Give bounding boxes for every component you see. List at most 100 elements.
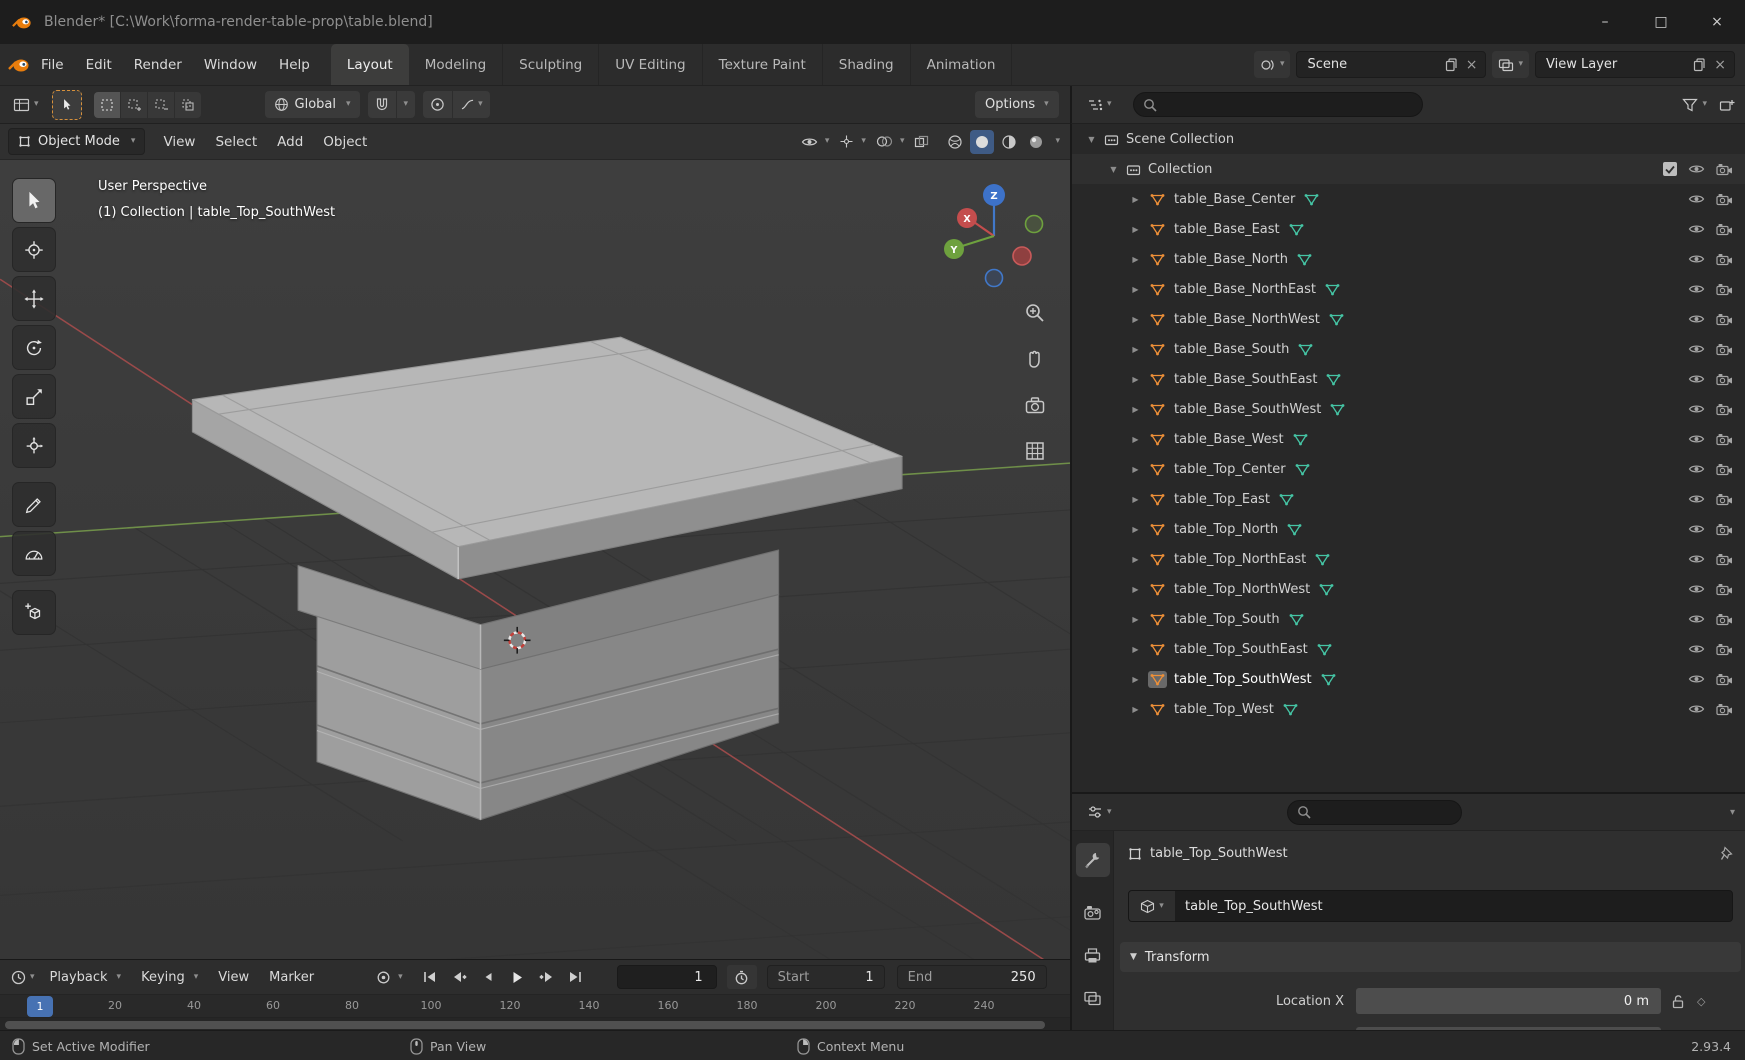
object-name-label[interactable]: table_Top_NorthWest bbox=[1174, 582, 1310, 597]
disable-in-renders-icon[interactable] bbox=[1716, 313, 1733, 326]
collection-exclude-checkbox[interactable] bbox=[1663, 162, 1677, 176]
proportional-edit-toggle[interactable] bbox=[423, 91, 452, 118]
outliner-object-row[interactable]: ▶ table_Top_South bbox=[1072, 604, 1745, 634]
transform-section-header[interactable]: ▼ Transform bbox=[1120, 942, 1741, 972]
breadcrumb-object-name[interactable]: table_Top_SouthWest bbox=[1150, 846, 1288, 861]
shading-wireframe-button[interactable] bbox=[943, 130, 967, 154]
object-name-label[interactable]: table_Top_SouthWest bbox=[1174, 672, 1312, 687]
editor-type-button[interactable]: ▾ bbox=[8, 91, 44, 119]
frame-end-input[interactable]: End 250 bbox=[897, 965, 1047, 989]
hide-in-viewport-icon[interactable] bbox=[1688, 493, 1705, 505]
shading-solid-button[interactable] bbox=[970, 130, 994, 154]
timeline-editor-type-button[interactable]: ▾ bbox=[6, 963, 40, 991]
outliner-object-row[interactable]: ▶ table_Base_North bbox=[1072, 244, 1745, 274]
current-frame-playhead[interactable]: 1 bbox=[27, 996, 53, 1017]
hide-in-viewport-icon[interactable] bbox=[1688, 463, 1705, 475]
workspace-tab-animation[interactable]: Animation bbox=[911, 44, 1013, 85]
hide-in-viewport-icon[interactable] bbox=[1688, 613, 1705, 625]
outliner-object-row[interactable]: ▶ table_Top_North bbox=[1072, 514, 1745, 544]
workspace-tab-shading[interactable]: Shading bbox=[823, 44, 911, 85]
outliner-object-row[interactable]: ▶ table_Top_Center bbox=[1072, 454, 1745, 484]
outliner-object-row[interactable]: ▶ table_Base_NorthEast bbox=[1072, 274, 1745, 304]
proportional-falloff-dropdown[interactable]: ▾ bbox=[453, 91, 490, 118]
outliner-object-row[interactable]: ▶ table_Base_SouthEast bbox=[1072, 364, 1745, 394]
hide-in-viewport-icon[interactable] bbox=[1688, 523, 1705, 535]
hide-in-viewport-icon[interactable] bbox=[1688, 343, 1705, 355]
gizmos-dropdown[interactable]: ▾ bbox=[839, 134, 866, 149]
properties-search-field[interactable] bbox=[1287, 800, 1462, 825]
menu-help[interactable]: Help bbox=[268, 57, 321, 73]
expand-arrow-icon[interactable]: ▶ bbox=[1130, 585, 1141, 594]
select-mode-intersect-button[interactable] bbox=[175, 92, 201, 118]
outliner-object-row[interactable]: ▶ table_Base_NorthWest bbox=[1072, 304, 1745, 334]
object-name-label[interactable]: table_Base_South bbox=[1174, 342, 1289, 357]
disable-in-renders-icon[interactable] bbox=[1716, 403, 1733, 416]
browse-view-layer-button[interactable]: ▾ bbox=[1492, 51, 1529, 78]
outliner-object-row[interactable]: ▶ table_Top_East bbox=[1072, 484, 1745, 514]
menu-file[interactable]: File bbox=[30, 57, 75, 73]
shading-material-button[interactable] bbox=[997, 130, 1021, 154]
disable-in-renders-icon[interactable] bbox=[1716, 343, 1733, 356]
disable-in-renders-icon[interactable] bbox=[1716, 193, 1733, 206]
jump-to-start-button[interactable] bbox=[417, 965, 444, 989]
render-properties-tab[interactable] bbox=[1076, 895, 1110, 929]
expand-arrow-icon[interactable]: ▶ bbox=[1130, 315, 1141, 324]
animate-property-icon[interactable]: ◇ bbox=[1697, 995, 1705, 1008]
expand-arrow-icon[interactable]: ▶ bbox=[1130, 345, 1141, 354]
hide-in-viewport-icon[interactable] bbox=[1688, 253, 1705, 265]
outliner-object-row[interactable]: ▶ table_Base_Center bbox=[1072, 184, 1745, 214]
axis-neg-x-ball[interactable] bbox=[1013, 247, 1031, 265]
hide-in-viewport-icon[interactable] bbox=[1688, 673, 1705, 685]
snap-settings-dropdown[interactable]: ▾ bbox=[397, 91, 416, 118]
active-tool-icon[interactable] bbox=[52, 90, 82, 120]
hide-in-viewport-icon[interactable] bbox=[1688, 163, 1705, 175]
menu-window[interactable]: Window bbox=[193, 57, 268, 73]
menu-edit[interactable]: Edit bbox=[75, 57, 123, 73]
close-button[interactable]: × bbox=[1689, 0, 1745, 44]
properties-editor-type-button[interactable]: ▾ bbox=[1082, 798, 1117, 826]
object-name-label[interactable]: table_Top_NorthEast bbox=[1174, 552, 1306, 567]
select-box-tool-button[interactable] bbox=[12, 178, 56, 223]
object-name-label[interactable]: table_Top_SouthEast bbox=[1174, 642, 1308, 657]
cursor-tool-button[interactable] bbox=[12, 227, 56, 272]
new-scene-icon[interactable] bbox=[1445, 58, 1458, 72]
outliner-object-row[interactable]: ▶ table_Base_SouthWest bbox=[1072, 394, 1745, 424]
workspace-tab-modeling[interactable]: Modeling bbox=[409, 44, 503, 85]
viewport-3d[interactable]: User Perspective (1) Collection | table_… bbox=[0, 160, 1070, 959]
outliner-display-mode-button[interactable]: ▾ bbox=[1082, 91, 1117, 119]
object-visibility-dropdown[interactable]: ▾ bbox=[801, 136, 830, 148]
object-name-label[interactable]: table_Base_SouthEast bbox=[1174, 372, 1317, 387]
outliner-search-field[interactable] bbox=[1133, 92, 1423, 117]
outliner-object-row[interactable]: ▶ table_Base_South bbox=[1072, 334, 1745, 364]
object-name-label[interactable]: table_Base_West bbox=[1174, 432, 1284, 447]
xray-toggle[interactable] bbox=[914, 135, 929, 148]
outliner-object-row[interactable]: ▶ table_Top_West bbox=[1072, 694, 1745, 724]
object-name-label[interactable]: table_Base_NorthWest bbox=[1174, 312, 1320, 327]
lock-icon[interactable] bbox=[1671, 994, 1685, 1009]
expand-arrow-icon[interactable]: ▶ bbox=[1130, 255, 1141, 264]
keying-menu[interactable]: Keying▾ bbox=[131, 970, 208, 985]
hide-in-viewport-icon[interactable] bbox=[1688, 373, 1705, 385]
hide-in-viewport-icon[interactable] bbox=[1688, 193, 1705, 205]
expand-arrow-icon[interactable]: ▶ bbox=[1130, 675, 1141, 684]
expand-arrow-icon[interactable]: ▶ bbox=[1130, 525, 1141, 534]
object-name-label[interactable]: table_Top_West bbox=[1174, 702, 1274, 717]
object-name-label[interactable]: table_Top_East bbox=[1174, 492, 1270, 507]
hide-in-viewport-icon[interactable] bbox=[1688, 703, 1705, 715]
shading-rendered-button[interactable] bbox=[1024, 130, 1048, 154]
new-view-layer-icon[interactable] bbox=[1693, 58, 1706, 72]
add-cube-tool-button[interactable] bbox=[12, 590, 56, 635]
expand-arrow-icon[interactable]: ▶ bbox=[1130, 195, 1141, 204]
overlays-dropdown[interactable]: ▾ bbox=[876, 135, 905, 148]
scene-selector[interactable]: Scene × bbox=[1296, 51, 1486, 78]
expand-arrow-icon[interactable]: ▼ bbox=[1086, 135, 1097, 144]
object-name-label[interactable]: table_Top_South bbox=[1174, 612, 1280, 627]
hide-in-viewport-icon[interactable] bbox=[1688, 223, 1705, 235]
next-keyframe-button[interactable] bbox=[533, 965, 560, 989]
object-name-label[interactable]: table_Top_Center bbox=[1174, 462, 1286, 477]
outliner-filter-dropdown[interactable]: ▾ bbox=[1682, 98, 1707, 112]
minimize-button[interactable]: – bbox=[1577, 0, 1633, 44]
collection-row[interactable]: ▼ Collection bbox=[1072, 154, 1745, 184]
unlink-scene-icon[interactable]: × bbox=[1464, 57, 1480, 73]
tool-properties-tab[interactable] bbox=[1076, 843, 1110, 877]
